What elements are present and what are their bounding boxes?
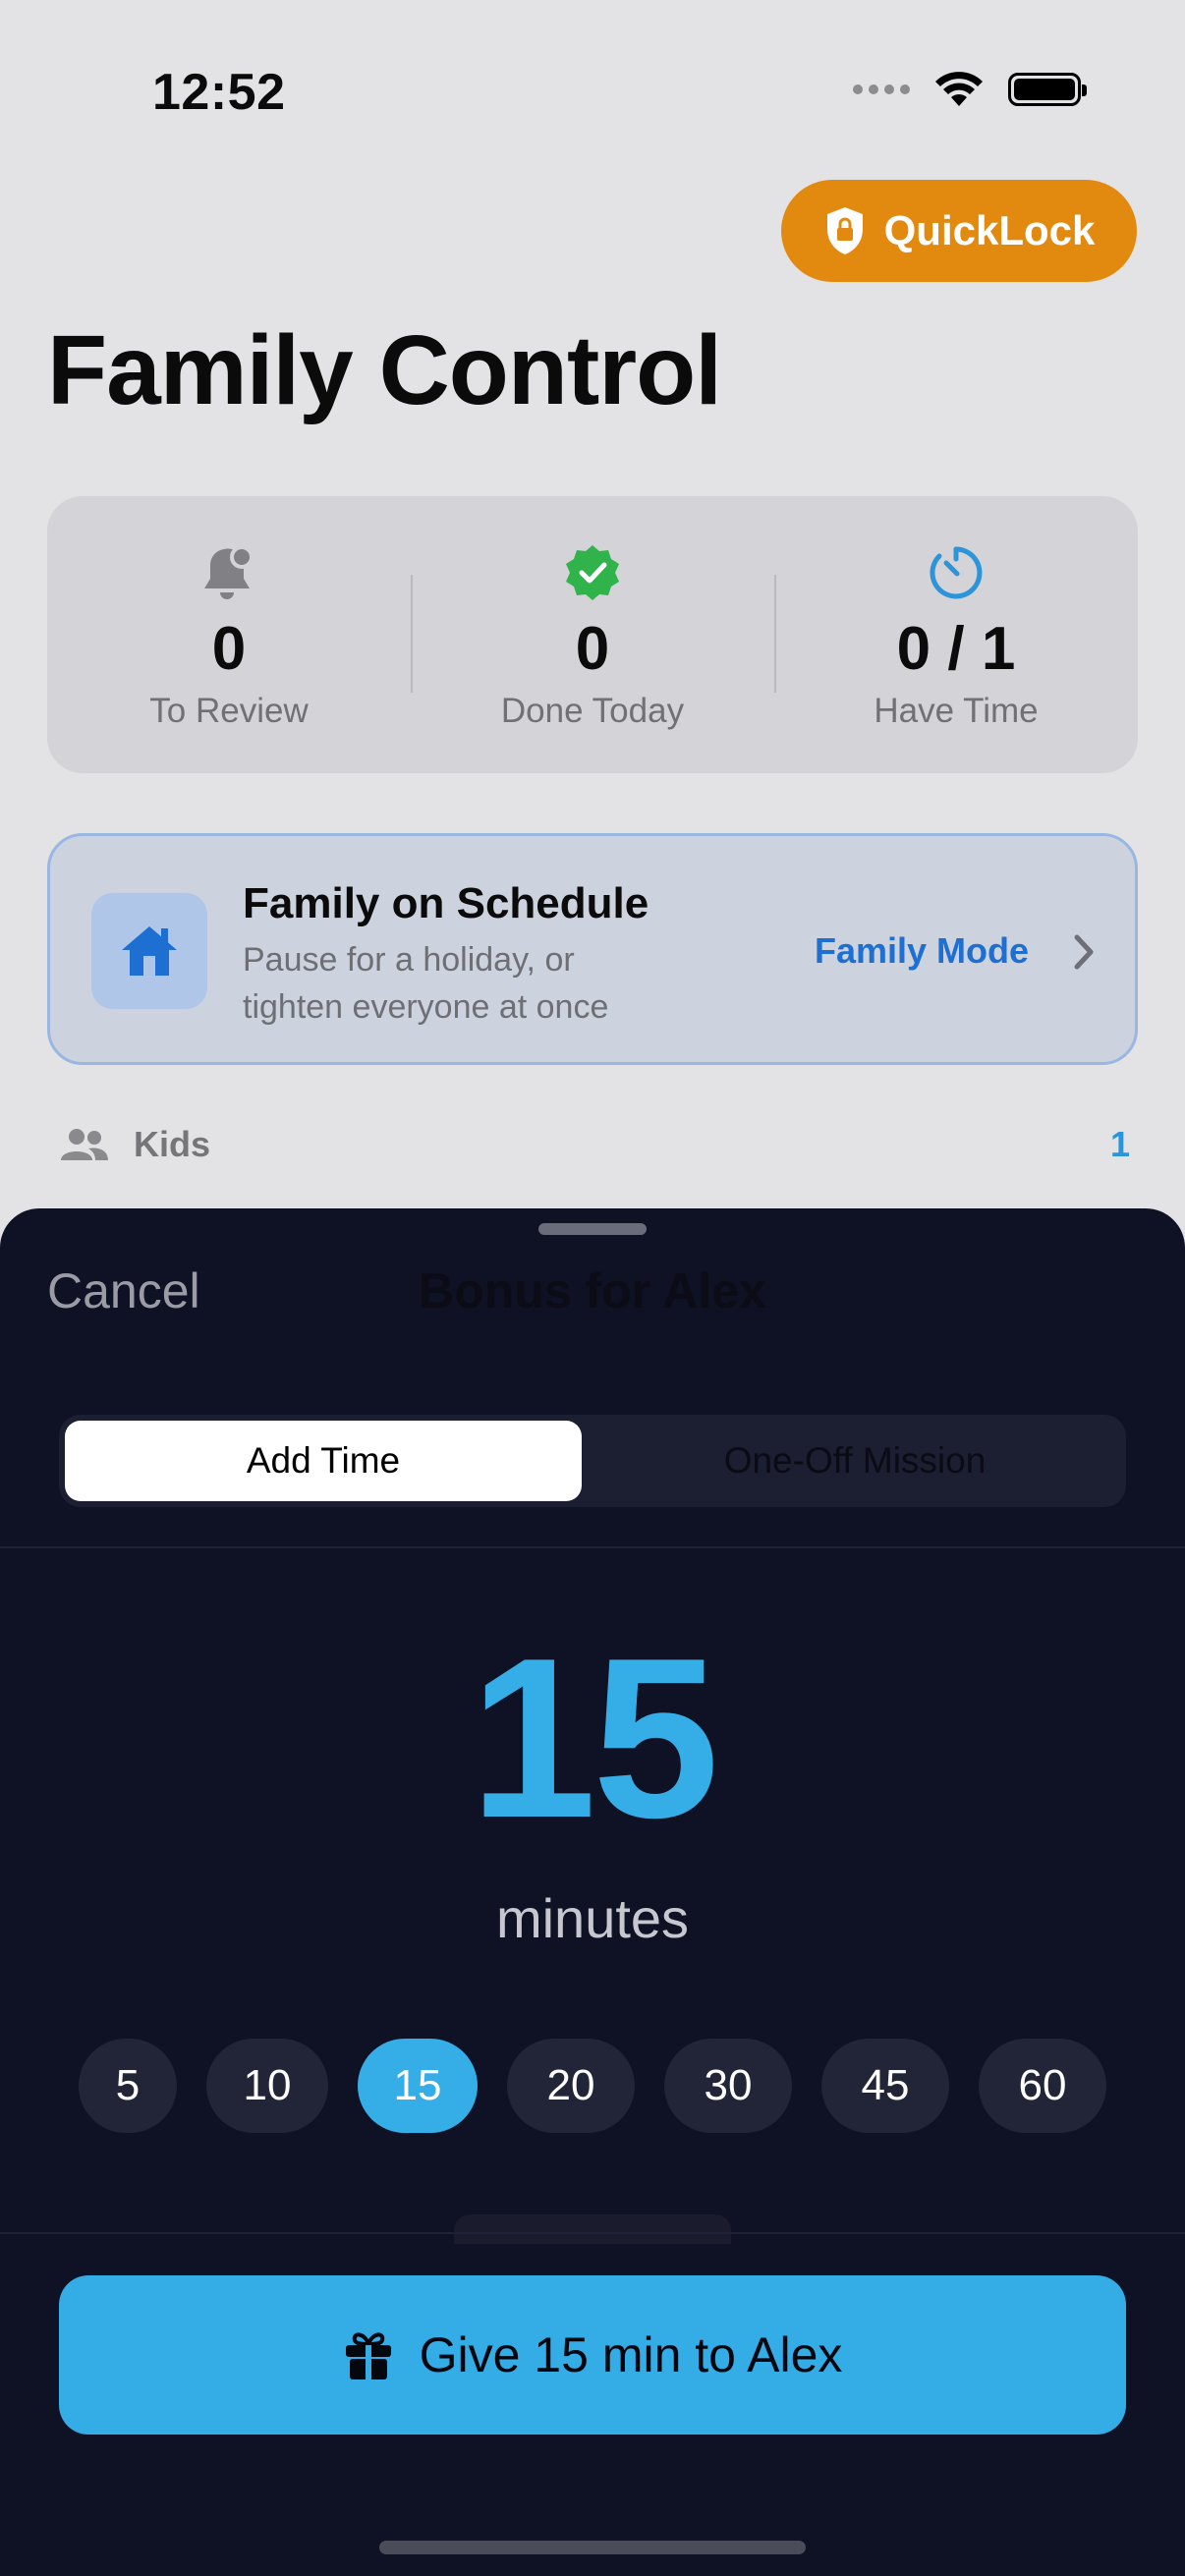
- stat-label: Have Time: [874, 692, 1039, 730]
- stat-to-review[interactable]: 0 To Review: [47, 496, 411, 773]
- preset-chip-15[interactable]: 15: [358, 2039, 478, 2133]
- chevron-right-icon: [1074, 934, 1094, 970]
- sheet-grabber[interactable]: [538, 1223, 647, 1235]
- mode-segmented-control: Add Time One-Off Mission: [59, 1415, 1126, 1507]
- stat-done-today[interactable]: 0 Done Today: [411, 496, 774, 773]
- quicklock-label: QuickLock: [883, 207, 1096, 253]
- timer-icon: [930, 546, 983, 599]
- segment-add-time[interactable]: Add Time: [65, 1421, 582, 1501]
- preset-chip-5[interactable]: 5: [79, 2039, 177, 2133]
- gift-icon: [345, 2332, 391, 2380]
- stat-have-time[interactable]: 0 / 1 Have Time: [774, 496, 1138, 773]
- stat-value: 0: [211, 615, 247, 683]
- people-icon: [61, 1129, 108, 1160]
- family-schedule-card[interactable]: Family on Schedule Pause for a holiday, …: [47, 833, 1138, 1065]
- preset-chip-30[interactable]: 30: [664, 2039, 792, 2133]
- cancel-button[interactable]: Cancel: [47, 1262, 200, 1319]
- status-time: 12:52: [152, 64, 286, 121]
- minute-presets: 5 10 15 20 30 45 60: [79, 2039, 1106, 2133]
- house-icon-tile: [91, 893, 207, 1009]
- family-mode-link[interactable]: Family Mode: [815, 930, 1029, 972]
- status-icons: [853, 71, 1087, 108]
- preset-chip-20[interactable]: 20: [507, 2039, 635, 2133]
- preset-chip-60[interactable]: 60: [979, 2039, 1106, 2133]
- stat-label: To Review: [149, 692, 309, 730]
- house-icon: [122, 926, 177, 976]
- divider: [0, 2232, 1185, 2234]
- battery-icon: [1008, 73, 1087, 106]
- wifi-icon: [935, 72, 983, 106]
- bonus-amount: 15: [469, 1611, 719, 1866]
- kids-section-header: Kids 1: [59, 1124, 1130, 1165]
- bonus-unit: minutes: [495, 1887, 690, 1949]
- bell-icon: [204, 545, 254, 599]
- family-card-subtitle: Pause for a holiday, or tighten everyone…: [243, 941, 609, 1026]
- scroll-content-edge: [454, 2214, 731, 2244]
- stats-card: 0 To Review 0 Done Today 0 / 1 Have Time: [47, 496, 1138, 773]
- kids-section-label: Kids: [134, 1124, 211, 1164]
- preset-chip-45[interactable]: 45: [821, 2039, 949, 2133]
- cellular-signal-icon: [853, 84, 910, 94]
- stat-value: 0: [575, 615, 610, 683]
- home-indicator: [379, 2541, 806, 2554]
- kids-count: 1: [1109, 1124, 1130, 1164]
- checkmark-seal-icon: [566, 545, 619, 600]
- stat-label: Done Today: [500, 692, 685, 730]
- divider: [0, 1546, 1185, 1548]
- preset-chip-10[interactable]: 10: [206, 2039, 328, 2133]
- shield-lock-icon: [826, 207, 863, 254]
- quicklock-button[interactable]: QuickLock: [781, 180, 1137, 282]
- give-time-label: Give 15 min to Alex: [419, 2327, 843, 2382]
- family-card-title: Family on Schedule: [243, 879, 649, 927]
- page-title: Family Control: [47, 315, 722, 425]
- stat-value: 0 / 1: [896, 615, 1016, 683]
- give-time-button[interactable]: Give 15 min to Alex: [59, 2275, 1126, 2435]
- segment-one-off-mission[interactable]: One-Off Mission: [590, 1421, 1120, 1501]
